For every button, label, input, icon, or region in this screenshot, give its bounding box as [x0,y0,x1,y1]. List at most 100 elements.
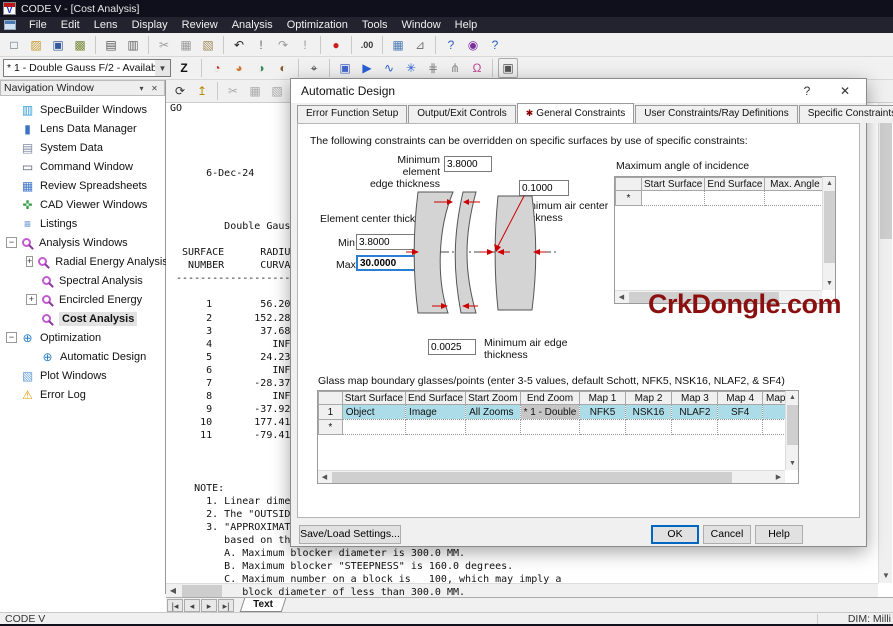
scrollbar-thumb[interactable] [824,191,835,263]
sidebar-item-plot-windows[interactable]: ▧Plot Windows [0,366,165,385]
menu-tools[interactable]: Tools [355,17,395,33]
export-icon[interactable]: ↥ [192,81,212,101]
glass-map-table[interactable]: Start SurfaceEnd SurfaceStart ZoomEnd Zo… [318,391,798,435]
tree-expand-toggle[interactable]: + [26,294,37,305]
cut-icon[interactable]: ✂ [154,35,174,55]
tab-text[interactable]: Text [240,598,286,612]
scroll-up-icon[interactable]: ▲ [786,391,799,404]
paste-icon[interactable]: ▧ [267,81,287,101]
scroll-down-icon[interactable]: ▼ [786,457,799,470]
grid-cell[interactable] [520,420,580,435]
autofocus-icon[interactable]: ⌖ [304,58,324,78]
redo-run-icon[interactable]: ! [295,35,315,55]
menu-window[interactable]: Window [395,17,448,33]
table-row[interactable]: 1ObjectImageAll Zooms* 1 - DoubleNFK5NSK… [319,405,798,420]
grid-cell[interactable] [672,420,718,435]
copy-icon[interactable]: ▦ [176,35,196,55]
sidebar-item-spectral-analysis[interactable]: Spectral Analysis [0,271,165,290]
navigation-pane-header[interactable]: Navigation Window ▾ ✕ [0,80,165,96]
min-edge-thickness-field[interactable] [444,156,492,172]
document-window-icon[interactable] [4,20,16,30]
grid-cell[interactable]: * 1 - Double [520,405,580,420]
grid-cell[interactable] [342,420,405,435]
sidebar-item-cad-viewer-windows[interactable]: ✜CAD Viewer Windows [0,195,165,214]
grid-cell[interactable]: All Zooms [466,405,520,420]
mtf-icon[interactable]: ∿ [379,58,399,78]
grid-cell[interactable] [406,420,466,435]
tab-nav-button-3[interactable]: ▸| [218,599,234,612]
sidebar-item-review-spreadsheets[interactable]: ▦Review Spreadsheets [0,176,165,195]
tab-nav-button-1[interactable]: ◂ [184,599,200,612]
draw-icon[interactable]: ▶ [357,58,377,78]
scroll-left-icon[interactable]: ◀ [318,471,331,484]
grid-cell[interactable]: NSK16 [625,405,672,420]
tab-nav-button-2[interactable]: ▸ [201,599,217,612]
cancel-button[interactable]: Cancel [703,525,751,544]
print-preview-icon[interactable]: ▥ [123,35,143,55]
table-row[interactable]: * [319,420,798,435]
refresh-icon[interactable]: ⟳ [170,81,190,101]
lens-layout-icon[interactable]: ⊿ [410,35,430,55]
distortion-icon[interactable]: Ω [467,58,487,78]
paste-icon[interactable]: ▧ [198,35,218,55]
sidebar-item-radial-energy-analysis[interactable]: +Radial Energy Analysis [0,252,165,271]
ok-button[interactable]: OK [651,525,699,544]
sidebar-item-optimization[interactable]: −⊕Optimization [0,328,165,347]
spot-diagram-icon[interactable]: ◑ [251,58,271,78]
layout-plot-icon[interactable]: ▣ [335,58,355,78]
grid-cell[interactable] [705,191,765,206]
sidebar-item-analysis-windows[interactable]: −Analysis Windows [0,233,165,252]
dialog-help-icon[interactable]: ? [796,82,818,100]
grid-cell[interactable] [765,191,825,206]
sidebar-item-listings[interactable]: ≡Listings [0,214,165,233]
row-header-cell[interactable]: * [319,420,343,435]
undo-run-icon[interactable]: ! [251,35,271,55]
combo-dropdown-icon[interactable]: ▼ [155,60,170,76]
dialog-close-icon[interactable]: ✕ [834,82,856,100]
dialog-title-bar[interactable]: Automatic Design [291,79,866,103]
scroll-right-icon[interactable]: ▶ [772,471,785,484]
tab-error-function-setup[interactable]: Error Function Setup [297,105,407,123]
menu-analysis[interactable]: Analysis [225,17,280,33]
grid-cell[interactable] [466,420,520,435]
max-angle-table[interactable]: Start SurfaceEnd SurfaceMax. Angle* [615,177,825,206]
menu-file[interactable]: File [22,17,54,33]
grid-cell[interactable]: Object [342,405,405,420]
row-header-cell[interactable]: * [616,191,642,206]
sidebar-item-cost-analysis[interactable]: Cost Analysis [0,309,165,328]
min-air-edge-field[interactable] [428,339,476,355]
scrollbar-thumb[interactable] [787,405,798,445]
scroll-left-icon[interactable]: ◀ [615,291,628,304]
help-button[interactable]: Help [755,525,803,544]
save-load-settings-button[interactable]: Save/Load Settings... [299,525,401,544]
menu-optimization[interactable]: Optimization [280,17,355,33]
decimal-format-icon[interactable]: .00 [357,35,377,55]
scrollbar-thumb[interactable] [332,472,732,483]
grid-cell[interactable]: SF4 [718,405,762,420]
tab-nav-button-0[interactable]: |◂ [167,599,183,612]
save-all-icon[interactable]: ▩ [70,35,90,55]
tab-user-constraints-ray-definitions[interactable]: User Constraints/Ray Definitions [635,105,798,123]
sidebar-item-specbuilder-windows[interactable]: ▥SpecBuilder Windows [0,100,165,119]
ray-aberration-icon[interactable]: ◔ [207,58,227,78]
help-topics-icon[interactable]: ? [441,35,461,55]
field-plot-icon[interactable]: ⋔ [445,58,465,78]
copy-icon[interactable]: ▦ [245,81,265,101]
row-header-cell[interactable]: 1 [319,405,343,420]
tab-general-constraints[interactable]: ✱General Constraints [517,103,634,123]
sidebar-item-system-data[interactable]: ▤System Data [0,138,165,157]
grid-vertical-scrollbar[interactable]: ▲ ▼ [822,177,835,290]
new-window-icon[interactable]: ▣ [498,58,518,78]
cut-icon[interactable]: ✂ [223,81,243,101]
grid-cell[interactable]: NLAF2 [672,405,718,420]
pane-close-icon[interactable]: ✕ [148,84,161,93]
menu-lens[interactable]: Lens [87,17,125,33]
open-folder-icon[interactable]: ▨ [26,35,46,55]
sidebar-item-command-window[interactable]: ▭Command Window [0,157,165,176]
context-help-icon[interactable]: ? [485,35,505,55]
title-bar[interactable]: V CODE V - [Cost Analysis] [0,0,893,17]
rel-illum-icon[interactable]: ⋕ [423,58,443,78]
text-vertical-scrollbar[interactable]: ▲ ▼ [878,103,892,583]
grid-vertical-scrollbar[interactable]: ▲ ▼ [785,391,798,470]
field-aberration-icon[interactable]: ◕ [229,58,249,78]
